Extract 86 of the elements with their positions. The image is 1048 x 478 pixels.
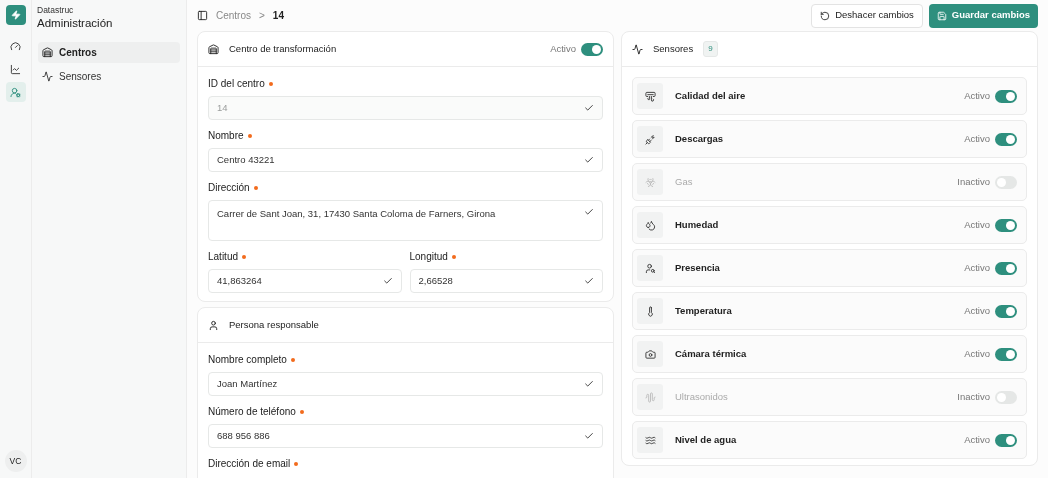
check-icon (584, 379, 594, 389)
card-title: Centro de transformación (229, 41, 337, 56)
toggle-switch[interactable] (995, 348, 1017, 361)
person-icon (208, 319, 219, 331)
check-icon (584, 103, 594, 113)
field-label: ID del centro (208, 77, 265, 91)
status-label: Inactivo (957, 389, 990, 404)
toggle-switch[interactable] (581, 42, 603, 56)
card-title: Persona responsable (229, 317, 319, 332)
status-label: Activo (550, 41, 576, 56)
toggle-switch[interactable] (995, 176, 1017, 189)
count-badge: 9 (703, 41, 718, 57)
person-search-icon (644, 262, 656, 274)
field-label: Dirección de email (208, 457, 291, 471)
line-chart-icon (10, 63, 21, 75)
status-label: Activo (964, 346, 990, 361)
waves-icon (644, 434, 656, 446)
sensor-name: Temperatura (675, 303, 733, 318)
field-label: Latitud (208, 250, 239, 264)
sidebar-toggle-icon[interactable] (197, 10, 208, 21)
status-label: Activo (964, 88, 990, 103)
input-field[interactable]: 688 956 886 (208, 424, 603, 448)
gauge-icon (10, 40, 21, 52)
check-icon (584, 155, 594, 165)
breadcrumb-current: 14 (272, 9, 284, 23)
status-label: Inactivo (957, 174, 990, 189)
droplets-icon (644, 219, 656, 231)
pulse-icon (42, 71, 53, 82)
field-label: Nombre (208, 129, 244, 143)
user-gear-icon (10, 86, 21, 98)
save-button[interactable]: Guardar cambios (928, 3, 1038, 28)
check-icon (584, 431, 594, 441)
sensor-name: Nivel de agua (675, 432, 738, 447)
app-logo[interactable] (5, 5, 26, 25)
biohazard-icon (644, 176, 656, 188)
status-label: Activo (964, 260, 990, 275)
nav-item[interactable]: Sensores (38, 66, 180, 87)
undo-button[interactable]: Deshacer cambios (811, 3, 923, 28)
input-field[interactable]: 2,66528 (409, 269, 603, 293)
sensor-name: Ultrasonidos (675, 389, 729, 404)
toggle-switch[interactable] (995, 305, 1017, 318)
lightning-icon (10, 10, 21, 20)
sensor-name: Cámara térmica (675, 346, 748, 361)
user-avatar[interactable]: VC (4, 450, 27, 472)
building-icon (42, 47, 53, 58)
pulse-icon (632, 43, 643, 55)
section-title: Administración (37, 16, 114, 30)
field-label: Número de teléfono (208, 405, 296, 419)
sensor-name: Calidad del aire (675, 88, 747, 103)
status-label: Activo (964, 303, 990, 318)
input-field[interactable]: Joan Martínez (208, 372, 603, 396)
toggle-switch[interactable] (995, 391, 1017, 404)
building-icon (208, 43, 219, 55)
breadcrumb-link[interactable]: Centros (216, 8, 251, 23)
camera-icon (644, 348, 656, 360)
rail-item[interactable] (5, 82, 26, 102)
sensor-name: Descargas (675, 131, 725, 146)
status-label: Activo (964, 131, 990, 146)
save-icon (936, 10, 947, 21)
status-label: Activo (964, 432, 990, 447)
toggle-switch[interactable] (995, 90, 1017, 103)
check-icon (584, 276, 594, 286)
sensor-name: Presencia (675, 260, 721, 275)
waveform-icon (644, 391, 656, 403)
field-label: Dirección (208, 181, 250, 195)
card-title: Sensores (653, 41, 694, 56)
plug-icon (644, 133, 656, 145)
sensor-name: Gas (675, 174, 694, 189)
toggle-switch[interactable] (995, 219, 1017, 232)
field-label: Longitud (409, 250, 448, 264)
breadcrumb-separator: > (259, 9, 265, 23)
toggle-switch[interactable] (995, 133, 1017, 146)
check-icon (584, 207, 594, 217)
company-name: Datastruc (37, 4, 75, 16)
status-label: Activo (964, 217, 990, 232)
input-field[interactable]: Centro 43221 (208, 148, 603, 172)
undo-icon (820, 10, 831, 21)
air-vent-icon (644, 90, 656, 102)
text-area[interactable]: Carrer de Sant Joan, 31, 17430 Santa Coloma de Farners, Girona (208, 200, 603, 241)
field-label: Nombre completo (208, 353, 287, 367)
input-field[interactable]: 41,863264 (208, 269, 402, 293)
nav-item[interactable]: Centros (38, 42, 180, 63)
sensor-name: Humedad (675, 217, 720, 232)
toggle-switch[interactable] (995, 434, 1017, 447)
check-icon (382, 276, 393, 286)
toggle-switch[interactable] (995, 262, 1017, 275)
